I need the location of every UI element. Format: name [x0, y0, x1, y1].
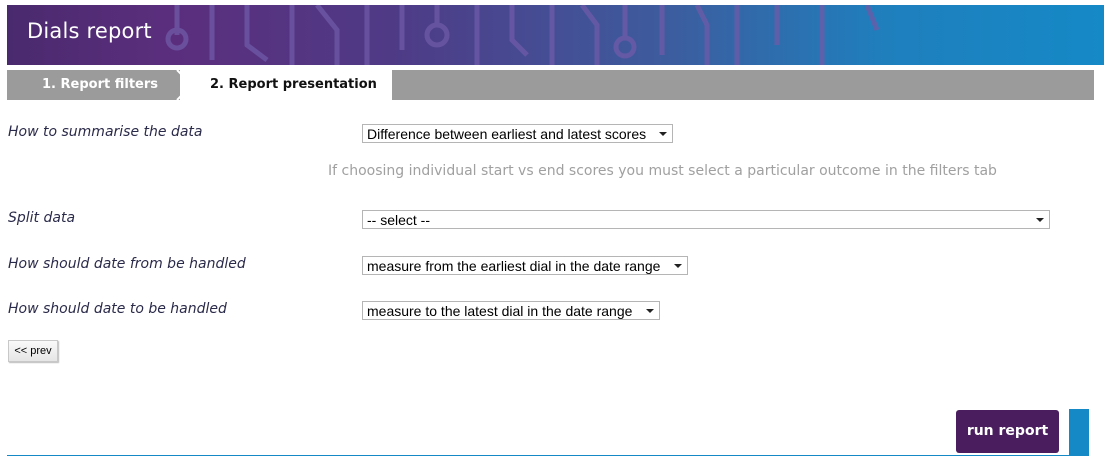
dropdown-arrow-icon: [646, 309, 654, 313]
date-from-select-value: measure from the earliest dial in the da…: [367, 258, 661, 274]
summarise-hint-text: If choosing individual start vs end scor…: [328, 163, 997, 179]
split-data-label: Split data: [8, 210, 76, 226]
date-from-label: How should date from be handled: [8, 256, 246, 272]
split-data-select-value: -- select --: [367, 212, 430, 228]
split-data-select[interactable]: -- select --: [362, 210, 1050, 229]
circuit-pattern-graphic: [165, 5, 880, 65]
prev-button[interactable]: << prev: [8, 340, 58, 362]
date-to-select[interactable]: measure to the latest dial in the date r…: [362, 301, 660, 320]
date-to-label: How should date to be handled: [8, 301, 227, 317]
dropdown-arrow-icon: [674, 264, 682, 268]
tab-report-filters-label: 1. Report filters: [42, 77, 158, 92]
tab-report-presentation[interactable]: 2. Report presentation: [180, 70, 392, 100]
dropdown-arrow-icon: [1036, 218, 1044, 222]
summarise-select-value: Difference between earliest and latest s…: [367, 126, 647, 142]
run-report-button[interactable]: run report: [956, 410, 1059, 453]
header-banner: Dials report: [7, 5, 1104, 65]
bottom-divider: [7, 455, 1089, 456]
date-to-select-value: measure to the latest dial in the date r…: [367, 303, 633, 319]
tab-report-presentation-label: 2. Report presentation: [210, 77, 377, 92]
dropdown-arrow-icon: [659, 132, 667, 136]
page-title: Dials report: [27, 19, 152, 43]
date-from-select[interactable]: measure from the earliest dial in the da…: [362, 256, 688, 275]
accent-bar: [1069, 409, 1089, 456]
summarise-select[interactable]: Difference between earliest and latest s…: [362, 124, 673, 143]
summarise-label: How to summarise the data: [8, 124, 203, 140]
tab-report-filters[interactable]: 1. Report filters: [7, 70, 192, 100]
